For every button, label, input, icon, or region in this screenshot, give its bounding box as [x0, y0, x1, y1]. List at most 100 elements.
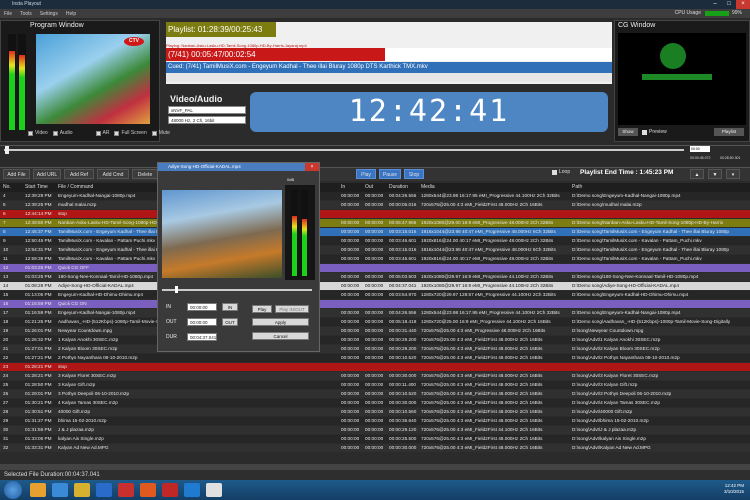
loop-checkbox[interactable]: Loop	[552, 169, 570, 175]
stop-button[interactable]: Stop	[404, 169, 424, 179]
program-video: CTV	[36, 34, 150, 124]
dialog-close-icon[interactable]: ×	[305, 163, 319, 171]
cg-preview-checkbox[interactable]: Preview	[642, 129, 667, 135]
col-file[interactable]: File / Command	[58, 183, 93, 192]
table-row[interactable]: 19 01:26:01 PM Newyear Countdown.mpg 00:00:…	[0, 327, 750, 335]
table-row[interactable]: 4 12:39:29 PM Engeyum-Kadhal-Nangai-1080p.…	[0, 192, 750, 200]
media-icon[interactable]	[140, 483, 156, 497]
set-in-button[interactable]: IN	[222, 303, 238, 311]
dialog-cancel-button[interactable]: Cancel	[252, 332, 309, 340]
cell-path: D:\song\Advt\2 Kalyan Bloom 30SEC.m2p	[572, 346, 660, 351]
table-row[interactable]: 17 01:16:59 PM Engeyum-Kadhal-Nangai-1080p…	[0, 309, 750, 317]
table-row[interactable]: 14 01:08:28 PM Adiye-Song-HD-Official-KADA…	[0, 282, 750, 290]
table-row[interactable]: 21 01:27:01 PM 2 Kalyan Bloom 30SEC.m2p 00:…	[0, 345, 750, 353]
mute-checkbox[interactable]: Mute	[151, 130, 170, 136]
dialog-seek-handle[interactable]	[175, 286, 178, 293]
playout-taskbar-icon[interactable]	[118, 483, 134, 497]
table-row[interactable]: 15 01:13:05 PM Engeyum-Kadhal-HD-Dhimu-Dhi…	[0, 291, 750, 299]
cg-show-button[interactable]: Show	[618, 128, 638, 136]
video-checkbox[interactable]: Video	[28, 130, 48, 136]
app-icon[interactable]	[96, 483, 112, 497]
set-out-button[interactable]: OUT	[222, 318, 238, 326]
blue-app-icon[interactable]	[184, 483, 200, 497]
table-row[interactable]: 24 01:28:21 PM 3 Kalyan Floret 30SEC.m2p 00…	[0, 372, 750, 380]
delete-button[interactable]: Delete	[132, 169, 158, 179]
menu-help[interactable]: Help	[66, 11, 76, 17]
cg-playlist-button[interactable]: Playlist	[714, 128, 744, 136]
red-app-icon[interactable]	[162, 483, 178, 497]
table-row[interactable]: 7 12:39:50 PM Nanban-Asku-Lasku-HD-Tamil-S…	[0, 219, 750, 227]
table-row[interactable]: 30 01:31:56 PM J & J plazaa.m2p 00:00:00 00:…	[0, 426, 750, 434]
add-cmd-button[interactable]: Add Cmd	[97, 169, 129, 179]
col-no[interactable]: No.	[3, 183, 11, 192]
seek-handle[interactable]	[5, 146, 9, 154]
menu-tools[interactable]: Tools	[20, 11, 32, 17]
table-row[interactable]: 13 01:03:25 PM 180-Song-Nee-Konnaal-Tamil-…	[0, 273, 750, 281]
col-start-time[interactable]: Start Time	[25, 183, 48, 192]
minimize-icon[interactable]: –	[708, 0, 722, 9]
start-button[interactable]	[4, 481, 22, 499]
add-url-button[interactable]: Add URL	[33, 169, 61, 179]
col-path[interactable]: Path	[572, 183, 582, 192]
table-row[interactable]: 22 01:27:21 PM 2 Pothys Nayanthara 08-10-2…	[0, 354, 750, 362]
table-row[interactable]: 8 12:45:37 PM TamilMusiX.com - Engeyum Kad…	[0, 228, 750, 236]
table-row[interactable]: 26 01:29:01 PM 3 Pothys Deepoli 06-10-2010…	[0, 390, 750, 398]
seek-slider[interactable]	[4, 149, 684, 151]
cell-out: 00:00:00	[365, 310, 384, 315]
cell-dur: 00:05:03.503	[389, 274, 417, 279]
dialog-play-button[interactable]: Play	[252, 305, 272, 313]
in-time-input[interactable]: 00:00:00	[187, 303, 217, 311]
out-time-input[interactable]: 00:00:00	[187, 318, 217, 326]
ar-checkbox[interactable]: AR	[95, 130, 109, 136]
folder-icon[interactable]	[74, 483, 90, 497]
close-icon[interactable]: ×	[736, 0, 750, 9]
add-ref-button[interactable]: Add Ref	[64, 169, 94, 179]
col-duration[interactable]: Duration	[389, 183, 408, 192]
seek-time-input[interactable]: 00:00	[690, 146, 710, 152]
explorer-icon[interactable]	[30, 483, 46, 497]
duration-input[interactable]: 00:04:37.041	[187, 333, 217, 341]
table-row[interactable]: 9 12:50:45 PM TamilMusiX.com - Kavalan - P…	[0, 237, 750, 245]
col-in[interactable]: In	[341, 183, 345, 192]
table-row[interactable]: 5 12:39:25 PM mudhal malai.m2p 00:00:00 00:0…	[0, 201, 750, 209]
table-row[interactable]: 27 01:30:21 PM 4 Kalyan Tamas 30SEC.m2p 00:…	[0, 399, 750, 407]
maximize-icon[interactable]: □	[722, 0, 736, 9]
menu-file[interactable]: File	[4, 11, 12, 17]
cell-in: 00:00:00	[341, 319, 360, 324]
play-button[interactable]: Play	[356, 169, 376, 179]
table-row[interactable]: 6 12:44:14 PM stop	[0, 210, 750, 218]
table-row[interactable]: 12 01:03:25 PM Quick CG OFF	[0, 264, 750, 272]
col-out[interactable]: Out	[365, 183, 373, 192]
col-media[interactable]: Media	[421, 183, 435, 192]
table-row[interactable]: 23 01:28:21 PM stop	[0, 363, 750, 371]
dialog-seek-slider[interactable]	[162, 289, 312, 291]
play-inout-button[interactable]: Play IN/OUT	[275, 305, 309, 313]
table-row[interactable]: 11 12:59:39 PM TamilMusiX.com - Kavalan - …	[0, 255, 750, 263]
menu-settings[interactable]: Settings	[40, 11, 58, 17]
video-format-select[interactable]: xNVF_PAL	[168, 106, 246, 114]
cell-path: D:\Demo song\Nanban-Asku-Lasku-HD-Tamil-…	[572, 220, 724, 225]
table-row[interactable]: 16 01:16:59 PM Quick CG ON	[0, 300, 750, 308]
cell-media: 720x576@25.00 4:3 eMI_Field2First 48.000…	[421, 400, 543, 405]
table-row[interactable]: 20 01:26:32 PM 1 Kalyan Anokhi 30SEC.m2p 00…	[0, 336, 750, 344]
apply-button[interactable]: Apply	[252, 318, 309, 326]
move-down-icon[interactable]: ▼	[708, 169, 722, 179]
move-up-icon[interactable]: ▲	[690, 169, 704, 179]
ie-icon[interactable]	[52, 483, 68, 497]
table-row[interactable]: 31 01:33:06 PM kalyan Ais Single.m2p 00:00:…	[0, 435, 750, 443]
chrome-icon[interactable]	[206, 483, 222, 497]
table-row[interactable]: 18 01:21:25 PM Aadhavan_-HD-(512Kbps)-1080…	[0, 318, 750, 326]
audio-format-select[interactable]: 48000 Hz, 2 Ch, 16bit	[168, 116, 246, 124]
move-bottom-icon[interactable]: ▾	[726, 169, 740, 179]
table-row[interactable]: 29 01:31:27 PM bhima 15-02-2010.m2p 00:00:0…	[0, 417, 750, 425]
cell-out: 00:00:00	[365, 193, 384, 198]
table-row[interactable]: 10 12:54:31 PM TamilMusiX.com - Engeyum Ka…	[0, 246, 750, 254]
audio-checkbox[interactable]: Audio	[52, 130, 73, 136]
cell-out: 00:00:00	[365, 346, 384, 351]
table-row[interactable]: 25 01:28:50 PM 3 Kalyan Gift.m2p 00:00:00 00…	[0, 381, 750, 389]
fullscreen-checkbox[interactable]: Full Screen	[114, 130, 147, 136]
table-row[interactable]: 28 01:30:51 PM 40000 Gift.m2p 00:00:00 00:00…	[0, 408, 750, 416]
add-file-button[interactable]: Add File	[3, 169, 30, 179]
pause-button[interactable]: Pause	[379, 169, 401, 179]
table-row[interactable]: 32 01:33:31 PM Kalyan Ad New Ad.MPG 00:00:0…	[0, 444, 750, 452]
